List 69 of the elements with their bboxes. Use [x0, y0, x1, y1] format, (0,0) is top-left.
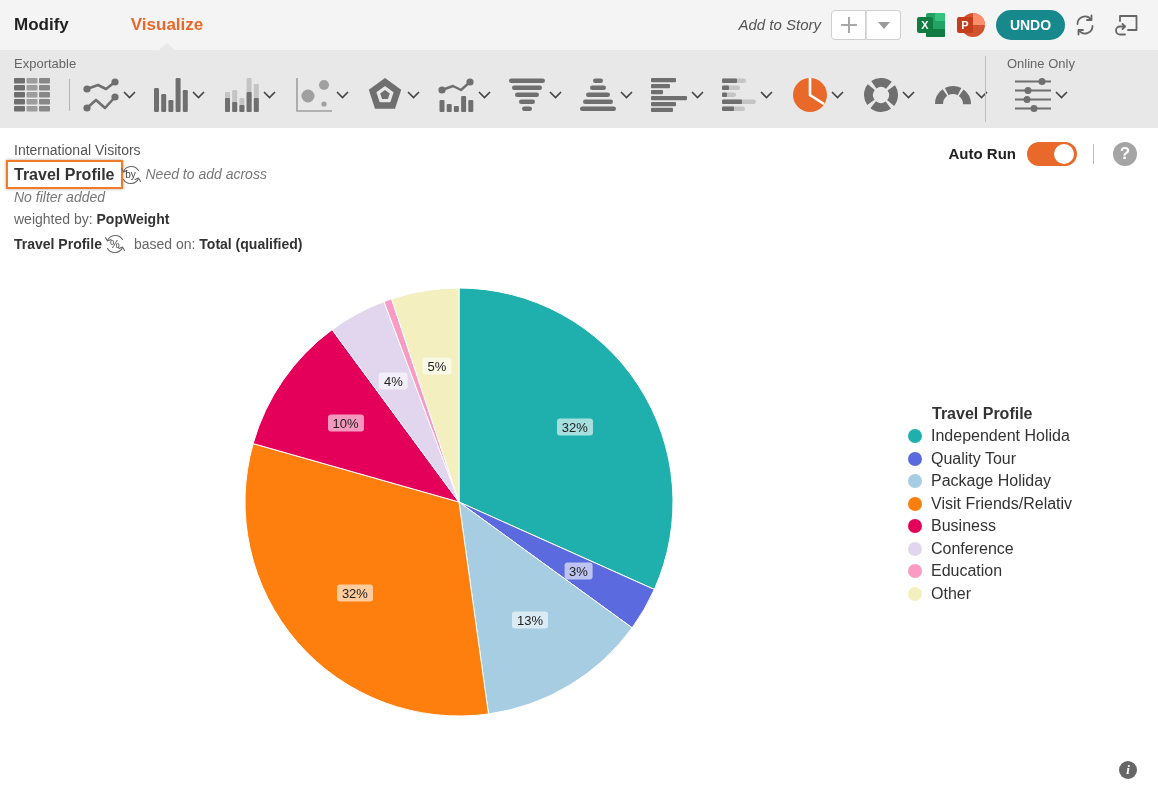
legend-label: Visit Friends/Relativ — [931, 493, 1073, 514]
chevron-down-icon — [549, 91, 562, 99]
across-drop-field[interactable]: Need to add across — [145, 164, 267, 185]
slice-value-label: 5% — [422, 357, 452, 375]
plus-icon — [840, 17, 857, 33]
auto-run-toggle[interactable] — [1027, 142, 1077, 166]
chart-type-button[interactable] — [651, 78, 707, 112]
slice-value-label: 32% — [556, 418, 593, 436]
chevron-down-icon — [1055, 91, 1068, 99]
section-label: Exportable — [14, 55, 77, 73]
chevron-down-icon — [263, 91, 276, 99]
chart-type-button[interactable] — [83, 78, 139, 112]
chevron-down-icon — [192, 91, 205, 99]
legend-label: Conference — [931, 538, 1014, 559]
weighting-text: weighted by: PopWeight — [14, 210, 170, 229]
slice-value-label: 13% — [512, 611, 548, 629]
screen-arrow-icon[interactable] — [1114, 14, 1138, 36]
chart-type-button[interactable] — [367, 78, 423, 112]
chart-type-button[interactable] — [438, 78, 494, 112]
slice-value-label: 3% — [564, 562, 593, 580]
table-icon[interactable] — [14, 78, 50, 112]
add-to-story-button[interactable] — [831, 10, 866, 40]
chevron-down-icon — [760, 91, 773, 99]
chevron-down-icon — [620, 91, 633, 99]
legend-label: Quality Tour — [931, 448, 1017, 469]
chevron-down-icon — [123, 91, 136, 99]
legend-label: Package Holiday — [931, 471, 1052, 492]
refresh-icon[interactable] — [1074, 14, 1096, 36]
undo-button[interactable]: UNDO — [996, 10, 1065, 40]
spreadsheet-export-button[interactable]: X — [917, 11, 945, 39]
settings-button[interactable] — [1015, 78, 1071, 112]
presentation-export-button[interactable]: P — [957, 11, 985, 39]
chart-type-button[interactable] — [509, 78, 565, 112]
slice-value-label: 4% — [378, 372, 408, 390]
base-text: based on: Total (qualified) — [133, 234, 303, 254]
cycle-arrows-icon — [119, 163, 142, 186]
dataset-title: International Visitors — [14, 141, 141, 160]
chevron-down-icon — [831, 91, 844, 99]
percent-swap-button[interactable]: % — [103, 233, 126, 255]
info-button[interactable]: i — [1119, 761, 1137, 779]
slice-value-label: 10% — [327, 414, 364, 432]
row-variable-button[interactable]: Travel Profile — [6, 160, 123, 189]
slice-value-label: 32% — [336, 584, 373, 602]
cycle-arrows-icon — [103, 233, 126, 255]
chevron-down-icon — [975, 91, 988, 99]
chevron-down-icon — [691, 91, 704, 99]
chevron-down-icon — [478, 91, 491, 99]
legend-title: Travel Profile — [931, 404, 1033, 424]
legend-label: Education — [931, 561, 1003, 582]
auto-run-label: Auto Run — [948, 143, 1016, 164]
presentation-icon — [957, 11, 985, 39]
spreadsheet-icon — [917, 11, 945, 39]
legend-label: Independent Holida — [931, 426, 1070, 447]
chevron-down-icon — [902, 91, 915, 99]
chart-type-button[interactable] — [580, 78, 636, 112]
chart-type-button[interactable] — [296, 78, 352, 112]
across-swap-button[interactable]: by — [119, 163, 142, 186]
legend-label: Other — [931, 583, 971, 604]
percent-variable: Travel Profile — [14, 234, 102, 254]
chart-type-button[interactable] — [935, 85, 991, 105]
chevron-down-icon — [336, 91, 349, 99]
tab[interactable]: Modify — [14, 0, 69, 50]
chevron-down-icon — [407, 91, 420, 99]
section-label: Online Only — [1007, 55, 1075, 73]
story-menu-button[interactable] — [866, 10, 901, 40]
filter-status: No filter added — [14, 188, 106, 207]
legend-label: Business — [931, 516, 996, 537]
add-to-story-label: Add to Story — [738, 14, 821, 35]
caret-down-icon — [877, 21, 890, 29]
